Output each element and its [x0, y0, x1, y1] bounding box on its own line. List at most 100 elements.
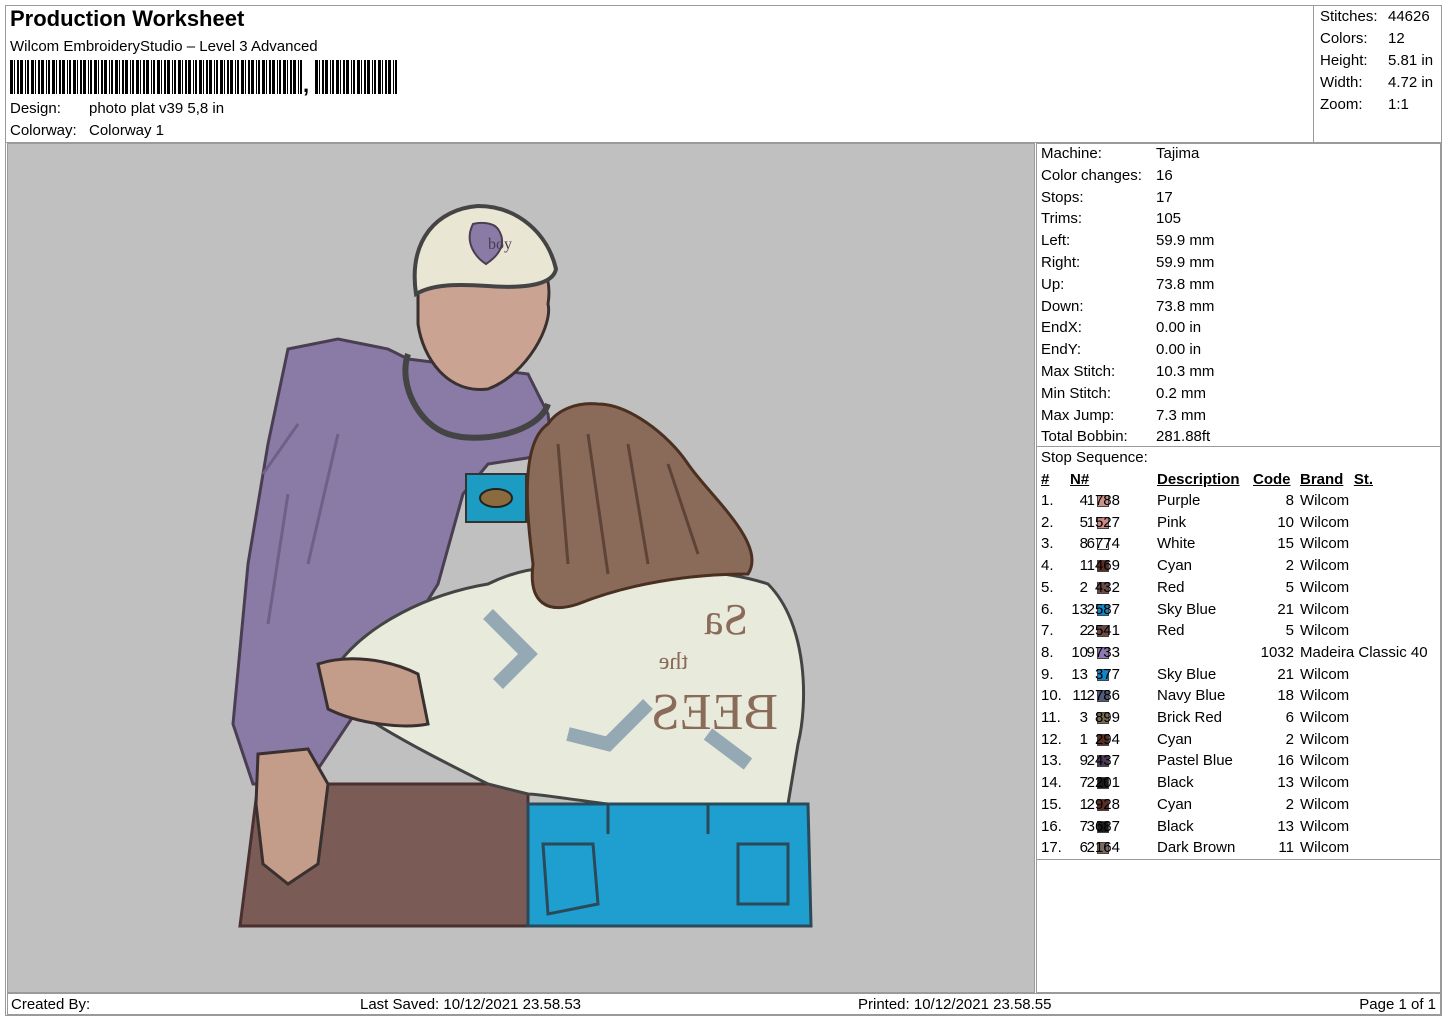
seq-index: 1.	[1041, 492, 1054, 509]
seq-stitches: 2201	[1086, 774, 1120, 792]
info-value: 17	[1156, 188, 1173, 206]
seq-description: Sky Blue	[1157, 600, 1217, 618]
summary-panel: Stitches: 44626 Colors: 12 Height: 5.81 in Wid…	[1313, 5, 1442, 142]
info-value: 59.9 mm	[1156, 254, 1215, 271]
info-label: Up:	[1041, 275, 1065, 293]
seq-stitches: 2587	[1086, 600, 1120, 618]
seq-index: 13.	[1041, 752, 1062, 770]
info-value: 0.00 in	[1156, 341, 1202, 359]
seq-brand: Wilcom	[1300, 535, 1350, 553]
seq-code: 2	[1285, 795, 1294, 813]
seq-code: 2	[1285, 557, 1294, 575]
seq-brand: Wilcom	[1300, 774, 1350, 792]
design-preview: boy Sa the BEES	[7, 143, 1035, 993]
info-value: 0.2 mm	[1156, 384, 1207, 402]
info-value: 59.9 mm	[1156, 232, 1215, 250]
seq-index: 4.	[1041, 557, 1054, 575]
seq-stitches: 2786	[1086, 687, 1120, 705]
info-label: Max Jump:	[1041, 406, 1115, 424]
barcode-suffix: ,	[303, 72, 310, 97]
seq-code: 13	[1277, 817, 1294, 835]
machine-info-panel: Machine: Tajima Color changes: 16 Stops: 17 Tr…	[1036, 143, 1442, 993]
seq-index: 6.	[1041, 600, 1054, 618]
info-label: Max Stitch:	[1041, 363, 1116, 380]
seq-index: 15.	[1041, 795, 1062, 813]
seq-stitches: 2164	[1086, 839, 1120, 857]
seq-brand: Wilcom	[1300, 752, 1350, 770]
seq-brand: Wilcom	[1300, 622, 1350, 640]
seq-description: Pink	[1157, 513, 1187, 531]
design-label: Design:	[10, 100, 61, 117]
seq-description: Cyan	[1157, 795, 1193, 813]
seq-description: Navy Blue	[1157, 687, 1226, 705]
info-value: 0.00 in	[1156, 319, 1202, 337]
shirt-text-1: Sa	[704, 595, 748, 644]
seq-needle: 10	[1071, 643, 1088, 661]
seq-needle: 2	[1079, 578, 1088, 596]
design-row: Design:	[10, 100, 61, 117]
seq-brand: Wilcom	[1300, 557, 1350, 575]
shirt-text-2: the	[659, 649, 688, 675]
seq-stitches: 432	[1094, 578, 1120, 596]
seq-stitches: 1469	[1086, 557, 1120, 575]
seq-stitches: 3687	[1086, 817, 1120, 835]
seq-description: Pastel Blue	[1157, 752, 1233, 770]
seq-description: Black	[1157, 774, 1194, 792]
seq-description: Purple	[1157, 492, 1201, 509]
info-label: Stops:	[1041, 188, 1084, 206]
barcode-image	[10, 60, 397, 94]
info-value: Tajima	[1156, 145, 1200, 162]
seq-index: 14.	[1041, 774, 1062, 792]
summary-value: 1:1	[1388, 96, 1409, 113]
seq-code: 10	[1277, 513, 1294, 531]
seq-description: Red	[1157, 622, 1185, 640]
seq-brand: Wilcom	[1300, 578, 1350, 596]
seq-stitches: 1527	[1086, 513, 1120, 531]
seq-needle: 13	[1071, 665, 1088, 683]
seq-code: 18	[1277, 687, 1294, 705]
column-header: Code	[1253, 471, 1291, 488]
info-value: 73.8 mm	[1156, 297, 1215, 315]
info-label: Trims:	[1041, 210, 1083, 228]
summary-label: Colors:	[1320, 30, 1368, 47]
info-label: EndX:	[1041, 319, 1082, 337]
seq-stitches: 2928	[1086, 795, 1120, 813]
seq-description: Cyan	[1157, 557, 1193, 575]
seq-brand: Wilcom	[1300, 730, 1350, 748]
column-header: St.	[1353, 471, 1373, 488]
info-value: 73.8 mm	[1156, 275, 1215, 293]
seq-brand: Wilcom	[1300, 709, 1350, 726]
page-number: Page 1 of 1	[1359, 996, 1436, 1013]
info-label: Total Bobbin:	[1041, 428, 1128, 446]
seq-index: 2.	[1041, 513, 1054, 531]
info-value: 281.88ft	[1156, 428, 1211, 446]
seq-brand: Wilcom	[1300, 795, 1350, 813]
page-title: Production Worksheet	[10, 6, 245, 31]
seq-index: 7.	[1041, 622, 1054, 640]
seq-index: 12.	[1041, 730, 1062, 748]
summary-value: 5.81 in	[1388, 52, 1434, 69]
seq-stitches: 377	[1094, 665, 1120, 683]
shirt-text-3: BEES	[651, 684, 778, 741]
summary-value: 4.72 in	[1388, 74, 1434, 91]
seq-description: Cyan	[1157, 730, 1193, 748]
seq-brand: Wilcom	[1300, 839, 1350, 857]
seq-index: 3.	[1041, 535, 1054, 553]
column-header: Brand	[1300, 471, 1344, 488]
seq-needle: 3	[1079, 709, 1088, 726]
seq-index: 5.	[1041, 578, 1054, 596]
seq-code: 5	[1285, 578, 1294, 596]
summary-value: 44626	[1388, 8, 1430, 25]
seq-code: 21	[1277, 665, 1294, 683]
column-header: #	[1041, 471, 1050, 488]
info-label: EndY:	[1041, 341, 1082, 359]
design-value: photo plat v39 5,8 in	[89, 100, 225, 117]
info-value: 105	[1156, 210, 1182, 228]
seq-stitches: 1788	[1086, 492, 1120, 509]
colorway-value: Colorway 1	[89, 122, 165, 139]
seq-index: 9.	[1041, 665, 1054, 683]
seq-stitches: 294	[1094, 730, 1120, 748]
seq-code: 16	[1277, 752, 1294, 770]
seq-index: 10.	[1041, 687, 1062, 705]
summary-label: Zoom:	[1320, 96, 1363, 113]
